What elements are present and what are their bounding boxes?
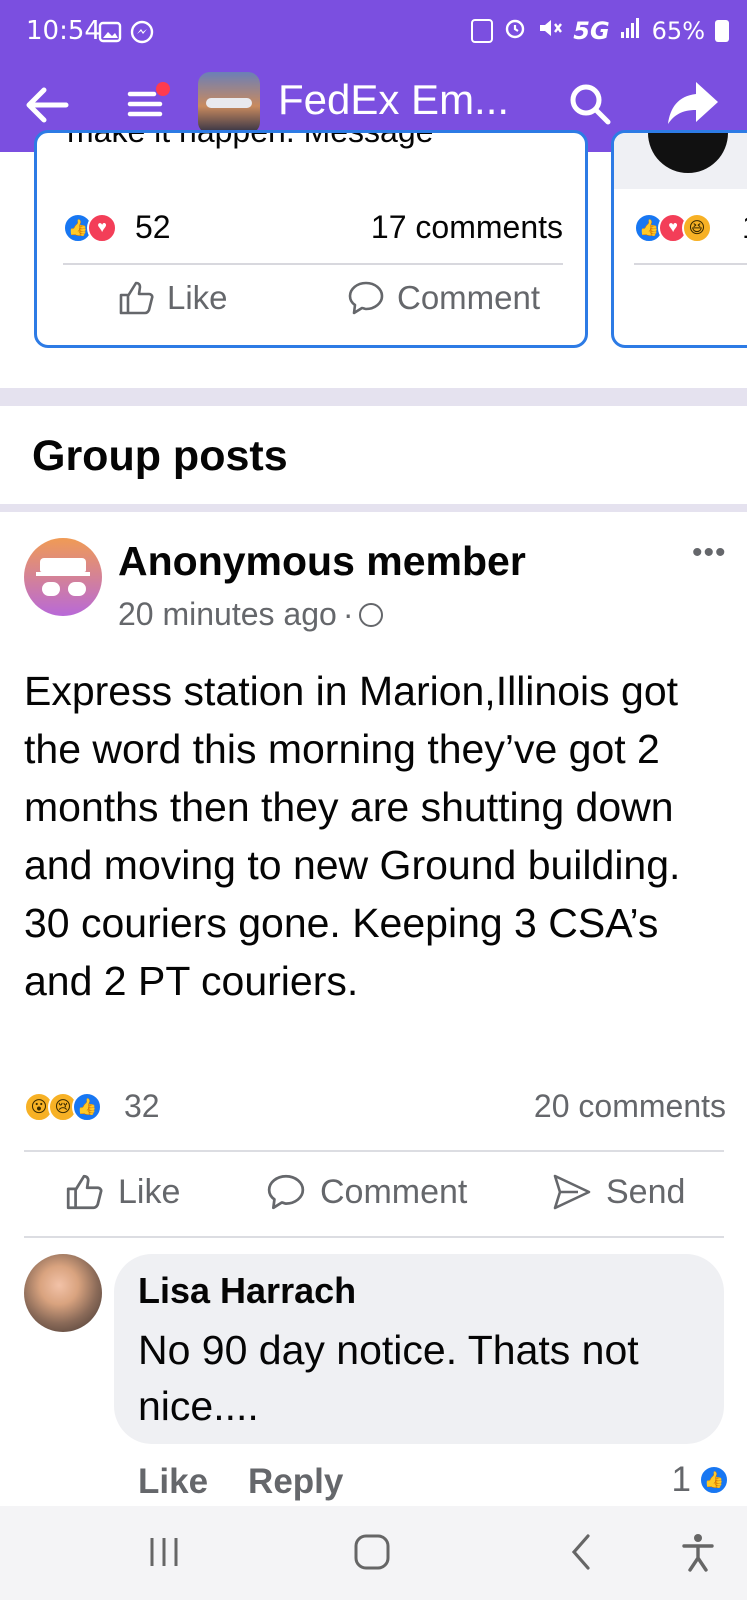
back-icon[interactable]: [560, 1530, 604, 1574]
glasses-shape: [42, 582, 86, 596]
reaction-count[interactable]: 52: [135, 209, 171, 246]
divider: [24, 1150, 724, 1152]
featured-2-reactions-row: 👍 ♥ 😆 1: [634, 209, 747, 249]
divider: [63, 263, 563, 265]
featured-post-card-2[interactable]: 👍 ♥ 😆 1: [611, 130, 747, 348]
section-separator: [0, 388, 747, 406]
section-separator: [0, 504, 747, 512]
accessibility-icon[interactable]: [676, 1530, 720, 1574]
like-button[interactable]: Like: [64, 1172, 180, 1212]
network-label: 5G: [573, 17, 610, 45]
nfc-icon: [471, 19, 494, 43]
mute-icon: [537, 16, 563, 46]
back-arrow-icon[interactable]: [22, 80, 72, 130]
comment-bubble-icon: [348, 281, 384, 315]
divider: [634, 263, 747, 265]
like-label: Like: [118, 1172, 181, 1211]
section-title: Group posts: [32, 432, 288, 480]
comment-text: No 90 day notice. Thats not nice....: [138, 1327, 639, 1429]
send-label: Send: [606, 1172, 686, 1211]
like-reaction-icon: 👍: [699, 1465, 729, 1495]
featured-post-card[interactable]: make it happen. Message 👍 ♥ 52 17 commen…: [34, 130, 588, 348]
featured-reactions-row: 👍 ♥ 52 17 comments: [63, 209, 563, 249]
commenter-name[interactable]: Lisa Harrach: [138, 1270, 356, 1312]
group-audience-icon: [359, 602, 384, 627]
separator-dot: ·: [342, 596, 354, 632]
notification-dot: [156, 82, 170, 96]
thumbs-up-icon: [119, 281, 154, 315]
comment-button[interactable]: Comment: [347, 279, 540, 317]
gallery-icon: [98, 20, 122, 44]
recent-apps-icon[interactable]: [142, 1530, 186, 1574]
share-icon[interactable]: [666, 78, 720, 128]
group-thumbnail[interactable]: [198, 72, 260, 134]
love-reaction-icon: ♥: [87, 213, 117, 243]
comment-button[interactable]: Comment: [266, 1172, 467, 1212]
comment-reply-button[interactable]: Reply: [248, 1462, 343, 1502]
battery-icon: [715, 20, 729, 42]
post-actions: Like Comment Send: [0, 1172, 747, 1228]
status-time: 10:54: [26, 16, 101, 46]
comment-count[interactable]: 17 comments: [371, 209, 563, 246]
post-author[interactable]: Anonymous member: [118, 538, 526, 585]
comment-bubble-icon: [267, 1174, 305, 1210]
system-nav-bar: [0, 1506, 747, 1600]
like-reaction-icon: 👍: [72, 1092, 102, 1122]
featured-actions: Like Comment: [37, 279, 585, 329]
post-stats: 😮 😢 👍 32 20 comments: [24, 1088, 726, 1132]
featured-post-clipped-text: make it happen. Message: [67, 130, 434, 149]
more-options-icon[interactable]: •••: [692, 536, 727, 570]
thumbs-up-icon: [66, 1174, 103, 1210]
haha-reaction-icon: 😆: [682, 213, 712, 243]
signal-icon: [620, 16, 642, 46]
divider: [24, 1236, 724, 1238]
post-time-text: 20 minutes ago: [118, 596, 337, 632]
like-label: Like: [167, 279, 228, 316]
reaction-icons: 👍 ♥ 😆: [634, 213, 712, 243]
battery-percent: 65%: [651, 17, 705, 45]
anonymous-avatar[interactable]: [24, 538, 102, 616]
comment-label: Comment: [397, 279, 541, 316]
alarm-icon: [503, 16, 527, 46]
home-icon[interactable]: [350, 1530, 394, 1574]
status-right-icons: 5G 65%: [471, 16, 729, 46]
comment-like-number: 1: [671, 1460, 691, 1499]
group-title[interactable]: FedEx Em...: [278, 76, 509, 124]
reaction-icons: 👍 ♥: [63, 213, 117, 243]
reaction-icons: 😮 😢 👍: [24, 1092, 102, 1122]
messenger-icon: [130, 20, 154, 44]
reaction-count[interactable]: 1: [742, 209, 747, 246]
comment-count[interactable]: 20 comments: [534, 1088, 726, 1125]
hat-shape: [40, 558, 86, 572]
comment-actions: Like Reply: [138, 1462, 343, 1502]
post-body: Express station in Marion,Illinois got t…: [24, 668, 681, 1004]
reaction-count[interactable]: 32: [124, 1088, 160, 1125]
airplane-image: [206, 98, 252, 108]
send-button[interactable]: Send: [552, 1172, 685, 1212]
send-icon: [553, 1174, 591, 1210]
comment-like-count[interactable]: 1 👍: [671, 1460, 729, 1500]
menu-icon[interactable]: [124, 82, 170, 126]
search-icon[interactable]: [566, 80, 614, 128]
comment-label: Comment: [320, 1172, 468, 1211]
comment-like-button[interactable]: Like: [138, 1462, 208, 1502]
commenter-avatar[interactable]: [24, 1254, 102, 1332]
status-notification-icons: [98, 20, 154, 44]
post-timestamp: 20 minutes ago ·: [118, 596, 384, 633]
status-bar: 10:54 5G 65%: [0, 0, 747, 66]
hat-brim-shape: [36, 572, 90, 576]
like-button[interactable]: Like: [117, 279, 228, 317]
